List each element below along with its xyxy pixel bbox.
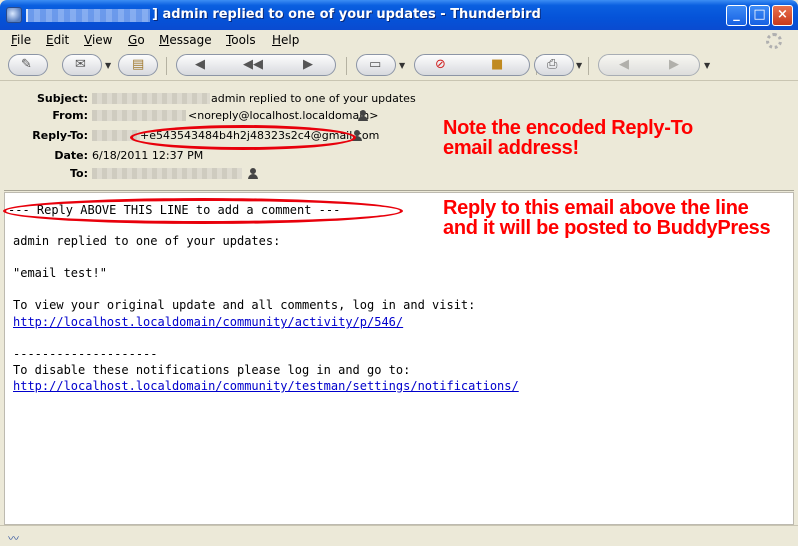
- menu-message[interactable]: Message: [159, 33, 212, 47]
- person-icon[interactable]: [358, 110, 368, 121]
- reply-line-highlight-oval: [3, 198, 403, 224]
- disable-text: To disable these notifications please lo…: [13, 363, 411, 377]
- intro-text: admin replied to one of your updates:: [13, 234, 281, 248]
- to-label: To:: [70, 167, 88, 180]
- redacted-from-name: [92, 110, 186, 121]
- person-icon[interactable]: [248, 168, 258, 179]
- title-bar: ] admin replied to one of your updates -…: [0, 0, 798, 30]
- annotation-note-line2: email address!: [443, 137, 579, 159]
- from-label: From:: [52, 109, 88, 122]
- forward-icon[interactable]: ▶: [303, 57, 313, 73]
- annotation-note-line1: Note the encoded Reply-To: [443, 117, 693, 139]
- navigation-group: ◀ ▶: [598, 54, 700, 76]
- date-value: 6/18/2011 12:37 PM: [92, 149, 204, 162]
- compose-icon: ✎: [21, 57, 32, 72]
- menu-help[interactable]: Help: [272, 33, 299, 47]
- get-mail-button[interactable]: ✉: [62, 54, 102, 76]
- redacted-to-value: [92, 168, 242, 179]
- menu-bar: File Edit View Go Message Tools Help: [0, 30, 798, 51]
- toolbar-separator: [588, 57, 589, 75]
- menu-tools[interactable]: Tools: [226, 33, 256, 47]
- minimize-button[interactable]: _: [726, 5, 747, 26]
- menu-go[interactable]: Go: [128, 33, 145, 47]
- settings-link[interactable]: http://localhost.localdomain/community/t…: [13, 379, 519, 393]
- reply-icon[interactable]: ◀: [195, 57, 205, 73]
- toolbar-separator: [346, 57, 347, 75]
- get-mail-dropdown-icon[interactable]: ▼: [105, 61, 111, 70]
- divider-text: --------------------: [13, 347, 158, 361]
- annotation-reply-line1: Reply to this email above the line: [443, 197, 749, 219]
- activity-link[interactable]: http://localhost.localdomain/community/a…: [13, 315, 403, 329]
- redacted-title-prefix: [26, 9, 150, 22]
- address-book-icon: ▤: [132, 57, 145, 72]
- back-icon[interactable]: ◀: [619, 57, 629, 73]
- compose-button[interactable]: ✎: [8, 54, 48, 76]
- toolbar-separator: [166, 57, 167, 75]
- forward-nav-icon[interactable]: ▶: [669, 57, 679, 73]
- navigation-dropdown-icon[interactable]: ▼: [704, 61, 710, 70]
- subject-label: Subject:: [36, 92, 88, 105]
- online-status-icon[interactable]: 〰: [8, 530, 26, 545]
- print-dropdown-icon[interactable]: ▼: [576, 61, 582, 70]
- menu-file[interactable]: File: [11, 33, 31, 47]
- replyto-highlight-oval: [130, 125, 356, 150]
- address-book-button[interactable]: ▤: [118, 54, 158, 76]
- quote-text: "email test!": [13, 266, 107, 280]
- subject-value: admin replied to one of your updates: [211, 92, 416, 105]
- window-title: ] admin replied to one of your updates -…: [152, 7, 541, 22]
- print-button[interactable]: ⎙: [534, 54, 574, 76]
- reply-all-icon[interactable]: ◀◀: [243, 57, 263, 73]
- from-value[interactable]: <noreply@localhost.localdomain>: [188, 109, 378, 122]
- file-icon: ▭: [369, 57, 382, 72]
- app-icon[interactable]: [6, 7, 22, 23]
- menu-edit[interactable]: Edit: [46, 33, 69, 47]
- file-dropdown-icon[interactable]: ▼: [399, 61, 405, 70]
- print-icon: ⎙: [547, 57, 558, 72]
- redacted-subject-prefix: [92, 93, 210, 104]
- throbber-icon: [766, 33, 782, 49]
- status-bar: 〰: [0, 525, 798, 546]
- menu-view[interactable]: View: [84, 33, 112, 47]
- maximize-button[interactable]: □: [749, 5, 770, 26]
- file-button[interactable]: ▭: [356, 54, 396, 76]
- close-button[interactable]: ×: [772, 5, 793, 26]
- junk-icon[interactable]: ■: [491, 57, 503, 73]
- annotation-reply-line2: and it will be posted to BuddyPress: [443, 217, 771, 239]
- delete-junk-group: ⊘ ■: [414, 54, 530, 76]
- date-label: Date:: [54, 149, 88, 162]
- delete-icon[interactable]: ⊘: [435, 57, 446, 73]
- message-body[interactable]: --- Reply ABOVE THIS LINE to add a comme…: [4, 192, 794, 525]
- get-mail-icon: ✉: [75, 57, 86, 72]
- replyto-label: Reply-To:: [32, 129, 88, 142]
- main-toolbar: ✎ ✉ ▼ ▤ ◀ ◀◀ ▶ ▭ ▼ ⊘ ■ ⎙ ▼ ◀ ▶ ▼: [0, 51, 798, 81]
- view-text: To view your original update and all com…: [13, 298, 476, 312]
- reply-button-group: ◀ ◀◀ ▶: [176, 54, 336, 76]
